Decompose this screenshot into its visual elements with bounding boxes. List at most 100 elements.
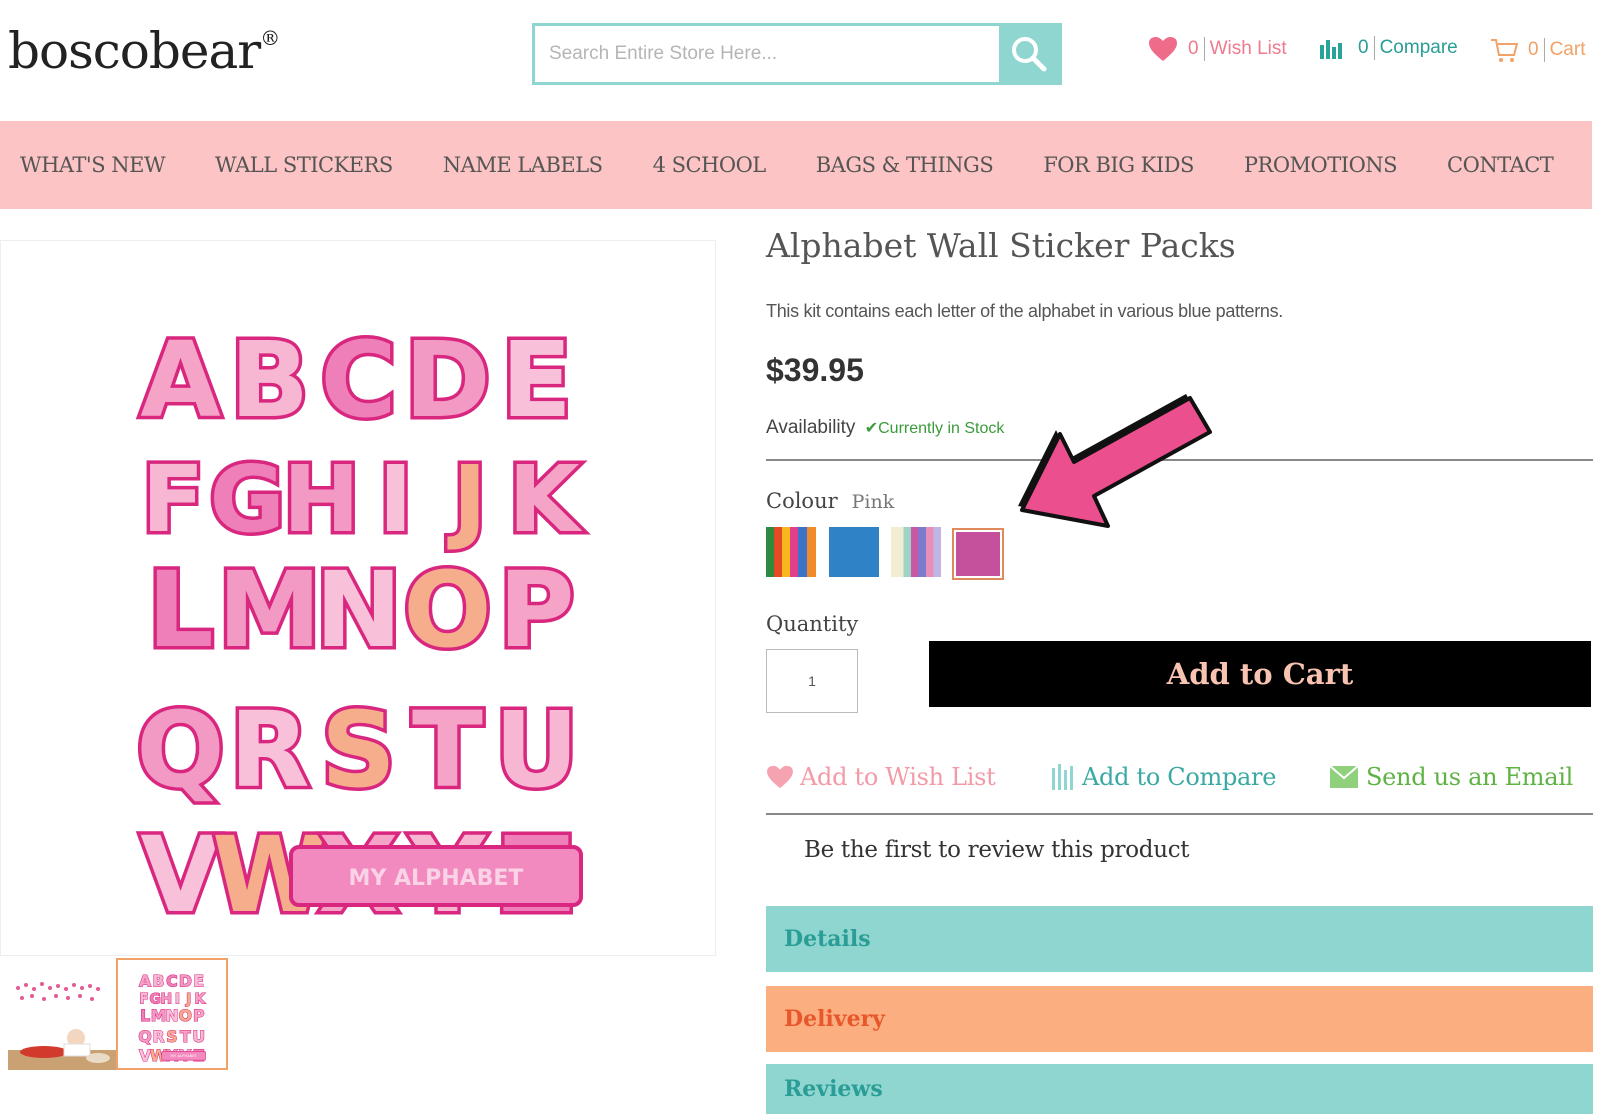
sticker-letter-l: L: [140, 1006, 150, 1025]
annotation-arrow: [1018, 394, 1212, 528]
add-to-wishlist-label: Add to Wish List: [800, 763, 996, 791]
sticker-letter-d: D: [404, 319, 490, 441]
sticker-letter-u: U: [192, 1027, 205, 1046]
sticker-letter-c: C: [166, 971, 178, 990]
bar-chart-icon: [1052, 764, 1073, 790]
sticker-letter-t: T: [180, 1027, 191, 1046]
compare-link[interactable]: 0 Compare: [1320, 36, 1458, 60]
heart-icon: [767, 765, 793, 789]
delivery-panel-tab[interactable]: Delivery: [766, 986, 1593, 1052]
colour-option: Colour Pink: [766, 489, 894, 513]
sticker-letter-i: I: [175, 992, 180, 1008]
product-price: $39.95: [766, 352, 864, 388]
compare-label: Compare: [1379, 37, 1458, 58]
nav-whats-new[interactable]: WHAT'S NEW: [20, 153, 166, 177]
main-nav: WHAT'S NEW WALL STICKERS NAME LABELS 4 S…: [0, 121, 1592, 209]
availability: Availability ✔Currently in Stock: [766, 417, 1004, 439]
sticker-letter-c: C: [320, 319, 396, 441]
logo-text: boscobear: [8, 22, 261, 80]
sticker-letter-i: I: [378, 446, 412, 553]
sticker-letter-f: F: [142, 446, 205, 553]
nav-bags-things[interactable]: BAGS & THINGS: [816, 153, 994, 177]
wishlist-label: Wish List: [1209, 38, 1287, 59]
nav-name-labels[interactable]: NAME LABELS: [443, 153, 603, 177]
sticker-letter-e: E: [193, 971, 204, 990]
search-icon: [1012, 37, 1047, 72]
swatch-multicolour[interactable]: [766, 527, 816, 577]
nav-for-big-kids[interactable]: FOR BIG KIDS: [1043, 153, 1194, 177]
thumbnail-alphabet[interactable]: ABCDEFGHIJKLMNOPQRSTUVWXYZMY ALPHABET: [116, 958, 228, 1070]
product-description: This kit contains each letter of the alp…: [766, 301, 1284, 321]
stock-status: Currently in Stock: [878, 420, 1005, 437]
add-to-compare-link[interactable]: Add to Compare: [1052, 763, 1276, 791]
sticker-letter-p: P: [193, 1006, 205, 1025]
cart-label: Cart: [1549, 39, 1586, 60]
add-to-cart-button[interactable]: Add to Cart: [929, 641, 1591, 707]
alphabet-sheet-thumbnail: ABCDEFGHIJKLMNOPQRSTUVWXYZMY ALPHABET: [138, 971, 207, 1066]
lifestyle-photo-image: [8, 982, 120, 1070]
sticker-banner-text: MY ALPHABET: [171, 1054, 198, 1058]
quantity-input[interactable]: [766, 649, 858, 713]
registered-mark: ®: [260, 26, 280, 50]
compare-count: 0: [1358, 37, 1369, 58]
search-button[interactable]: [999, 26, 1059, 82]
heart-icon: [1149, 37, 1177, 61]
sticker-letter-j: J: [185, 992, 191, 1008]
nav-4-school[interactable]: 4 SCHOOL: [653, 153, 767, 177]
quantity-label: Quantity: [766, 612, 859, 636]
add-to-wishlist-link[interactable]: Add to Wish List: [766, 763, 996, 791]
sticker-banner-text: MY ALPHABET: [349, 866, 524, 891]
search-input[interactable]: [535, 26, 999, 82]
sticker-letter-r: R: [152, 1027, 164, 1046]
sticker-letter-o: O: [403, 549, 491, 671]
sticker-letter-q: Q: [136, 689, 224, 811]
sticker-letter-s: S: [166, 1027, 177, 1046]
wishlist-link[interactable]: 0 Wish List: [1148, 36, 1287, 62]
product-title: Alphabet Wall Sticker Packs: [766, 226, 1236, 265]
nav-contact[interactable]: CONTACT: [1447, 153, 1554, 177]
swatch-pastel-stripes[interactable]: [891, 527, 941, 577]
sticker-letter-a: A: [139, 971, 152, 990]
check-icon: ✔: [864, 420, 879, 437]
send-email-label: Send us an Email: [1366, 763, 1574, 791]
sticker-letter-h: H: [161, 992, 173, 1008]
sticker-letter-s: S: [321, 689, 396, 811]
thumbnail-lifestyle[interactable]: [8, 958, 120, 1070]
sticker-letter-l: L: [147, 549, 213, 671]
sticker-letter-k: K: [508, 446, 583, 553]
sticker-letter-m: M: [218, 549, 322, 671]
sticker-letter-n: N: [315, 549, 402, 671]
details-panel-tab[interactable]: Details: [766, 906, 1593, 972]
logo[interactable]: boscobear®: [8, 22, 280, 80]
sticker-letter-a: A: [140, 319, 221, 441]
swatch-pink-selected[interactable]: [952, 528, 1004, 580]
sticker-letter-g: G: [149, 992, 160, 1008]
sticker-letter-j: J: [447, 446, 487, 553]
divider: [766, 813, 1593, 815]
sticker-letter-k: K: [195, 992, 207, 1008]
nav-wall-stickers[interactable]: WALL STICKERS: [215, 153, 393, 177]
sticker-letter-o: O: [179, 1006, 192, 1025]
cart-icon: [1491, 39, 1518, 62]
colour-label: Colour: [766, 489, 838, 513]
sticker-letter-b: B: [153, 971, 165, 990]
sticker-letter-f: F: [139, 992, 148, 1008]
send-email-link[interactable]: Send us an Email: [1330, 763, 1573, 791]
sticker-letter-h: H: [283, 446, 360, 553]
sticker-letter-e: E: [501, 319, 572, 441]
wishlist-count: 0: [1188, 38, 1199, 59]
cart-link[interactable]: 0 Cart: [1490, 36, 1585, 64]
sticker-letter-d: D: [179, 971, 192, 990]
swatch-blue[interactable]: [829, 527, 879, 577]
bar-chart-icon: [1320, 40, 1342, 59]
cart-count: 0: [1528, 39, 1539, 60]
nav-promotions[interactable]: PROMOTIONS: [1244, 153, 1398, 177]
reviews-panel-tab[interactable]: Reviews: [766, 1064, 1593, 1114]
review-prompt[interactable]: Be the first to review this product: [804, 837, 1190, 863]
product-main-image[interactable]: ABCDEFGHIJKLMNOPQRSTUVWXYZMY ALPHABET: [0, 240, 716, 956]
sticker-letter-v: V: [140, 814, 221, 936]
sticker-letter-g: G: [209, 446, 285, 553]
sticker-letter-u: U: [494, 689, 578, 811]
sticker-letter-n: N: [165, 1006, 178, 1025]
envelope-icon: [1330, 766, 1358, 788]
